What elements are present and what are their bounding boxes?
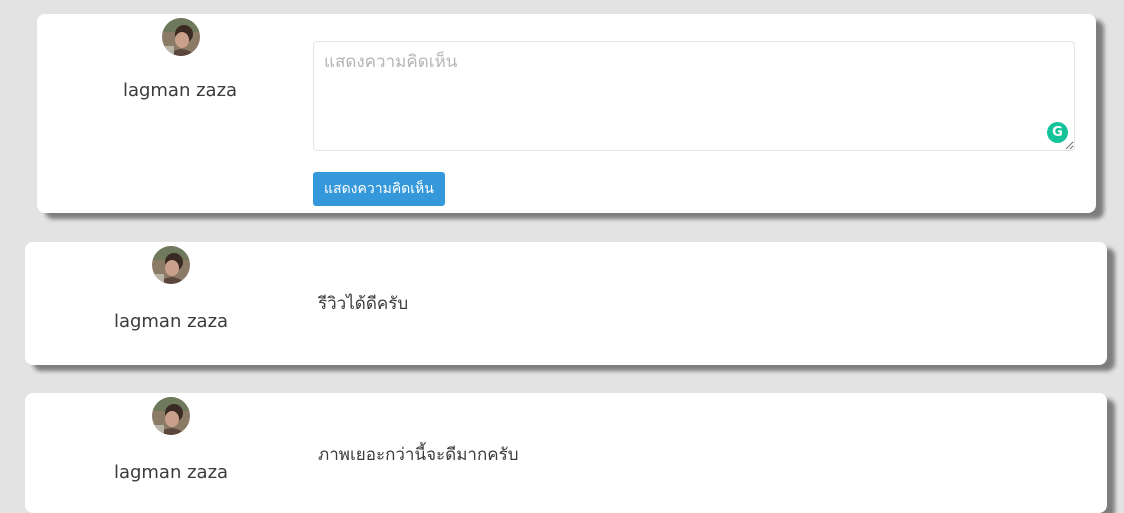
- composer-username: lagman zaza: [122, 80, 238, 101]
- comment-card: lagman zaza ภาพเยอะกว่านี้จะดีมากครับ: [25, 393, 1107, 513]
- comment-composer-card: lagman zaza G แสดงความคิดเห็น: [37, 14, 1096, 213]
- comment-username: lagman zaza: [113, 462, 229, 483]
- comment-text: รีวิวได้ดีครับ: [318, 294, 409, 314]
- grammarly-icon[interactable]: G: [1047, 122, 1068, 143]
- user-avatar: [152, 246, 190, 284]
- resize-grip-icon[interactable]: [1065, 141, 1074, 150]
- comment-username: lagman zaza: [113, 311, 229, 332]
- comment-input[interactable]: [313, 41, 1075, 151]
- user-avatar: [162, 18, 200, 56]
- submit-comment-button[interactable]: แสดงความคิดเห็น: [313, 172, 445, 206]
- user-avatar: [152, 397, 190, 435]
- comment-text: ภาพเยอะกว่านี้จะดีมากครับ: [318, 445, 519, 465]
- comment-card: lagman zaza รีวิวได้ดีครับ: [25, 242, 1107, 365]
